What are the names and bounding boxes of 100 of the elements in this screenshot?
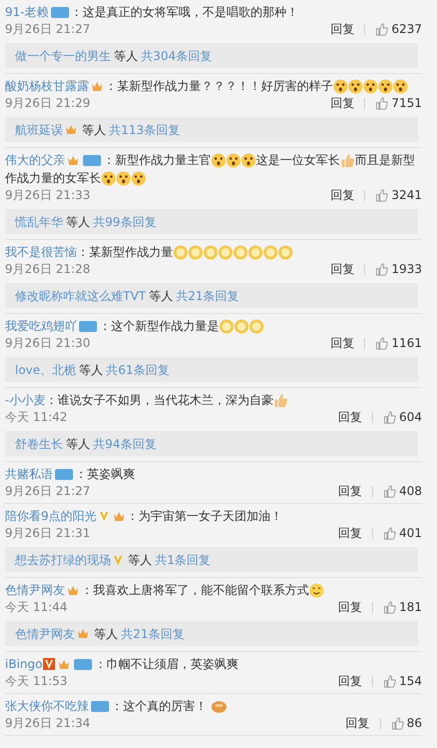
reply-count-link[interactable]: 共61条回复 [106,360,170,378]
shocked-face-icon [226,152,241,168]
reply-count-link[interactable]: 共99条回复 [93,212,156,230]
reply-summary-bar[interactable]: 修改昵称咋就这么难TVT 等人 共21条回复 [5,283,418,308]
replier-name-link[interactable]: love、北栀 [15,360,76,378]
replier-name-link[interactable]: 想去苏打绿的现场 [15,550,111,568]
shocked-face-icon [333,78,348,94]
ring-face-icon [203,244,218,260]
user-name-link[interactable]: iBingo [5,655,42,673]
comment-time: 今天 11:44 [5,599,68,616]
others-label: 等人 [128,552,152,568]
user-name-link[interactable]: 我不是很苦恼 [5,243,77,261]
crown-icon [112,510,125,522]
fan-badge-icon [83,154,101,166]
reply-link[interactable]: 回复 [330,335,354,352]
reply-summary-bar[interactable]: 色情尹网友 等人 共21条回复 [5,621,418,646]
shocked-face-icon [211,152,226,168]
comment-text: ：这个新型作战力量是 [99,318,219,335]
shocked-face-icon [348,78,363,94]
replier-name-link[interactable]: 慌乱年华 [15,212,63,230]
crown-icon [91,80,103,92]
thumbs-up-icon[interactable] [375,337,388,350]
shocked-face-icon [101,170,116,186]
thumbs-up-icon[interactable] [375,23,388,36]
thumbs-up-icon[interactable] [383,527,396,540]
user-name-link[interactable]: -小小麦 [5,391,46,409]
like-count: 1933 [391,261,422,278]
ring-face-icon [233,244,248,260]
thumbs-up-icon[interactable] [375,189,388,202]
thumbs-up-icon[interactable] [390,717,404,730]
reply-count-link[interactable]: 共94条回复 [93,434,156,452]
thumbs-up-icon[interactable] [383,675,396,688]
reply-summary-bar[interactable]: 慌乱年华 等人 共99条回复 [5,209,418,234]
reply-link[interactable]: 回复 [330,95,354,112]
shocked-face-icon [131,170,146,186]
reply-link[interactable]: 回复 [338,599,362,616]
replier-name-link[interactable]: 航班延误 [15,120,63,138]
user-name-link[interactable]: 色情尹网友 [5,581,65,599]
comment-time: 9月26日 21:28 [5,261,90,278]
reply-link[interactable]: 回复 [338,525,362,542]
reply-link[interactable]: 回复 [346,715,370,732]
thumbs-up-icon[interactable] [383,411,396,424]
ring-face-icon [188,244,203,260]
like-count: 154 [399,673,422,690]
thumbs-up-icon [340,152,355,168]
reply-count-link[interactable]: 共1条回复 [155,550,211,568]
others-label: 等人 [79,362,104,378]
comment-text: ：英姿飒爽 [75,466,135,483]
shocked-face-icon [116,170,131,186]
comment-text: 作战力量的女军长 [5,170,101,187]
ring-face-icon [173,244,188,260]
replier-name-link[interactable]: 色情尹网友 [15,624,75,642]
like-count: 401 [399,525,422,542]
user-name-link[interactable]: 共赌私语 [5,465,53,483]
comment-text: ：巾帼不让须眉，英姿飒爽 [94,656,238,673]
user-name-link[interactable]: 陪你看9点的阳光 [5,507,97,525]
user-name-link[interactable]: 91-老赖 [5,3,49,21]
reply-count-link[interactable]: 共21条回复 [121,624,184,642]
replier-name-link[interactable]: 舒卷生长 [15,434,63,452]
reply-link[interactable]: 回复 [330,21,354,38]
user-name-link[interactable]: 张大侠你不吃辣 [5,697,89,715]
thumbs-up-icon[interactable] [383,601,396,614]
comment-text: 而且是新型 [355,152,415,169]
fan-badge-icon [91,700,109,712]
user-name-link[interactable]: 我爱吃鸡翅吖 [5,317,77,335]
reply-summary-bar[interactable]: love、北栀 等人 共61条回复 [5,357,418,382]
user-name-link[interactable]: 酸奶杨枝甘露露 [5,77,89,95]
replier-name-link[interactable]: 做一个专一的男生 [15,46,111,64]
ring-face-icon [278,244,293,260]
comment-time: 9月26日 21:27 [5,21,90,38]
like-count: 7151 [391,95,422,112]
like-count: 181 [399,599,422,616]
reply-link[interactable]: 回复 [338,409,362,426]
reply-link[interactable]: 回复 [330,187,354,204]
replier-name-link[interactable]: 修改昵称咋就这么难TVT [15,286,146,304]
reply-count-link[interactable]: 共113条回复 [109,120,180,138]
ring-face-icon [248,244,263,260]
reply-link[interactable]: 回复 [338,483,362,500]
like-count: 86 [406,715,422,732]
reply-link[interactable]: 回复 [330,261,354,278]
others-label: 等人 [114,48,138,64]
thumbs-up-icon[interactable] [375,263,388,276]
reply-count-link[interactable]: 共304条回复 [141,46,212,64]
verified-v-icon [43,658,56,670]
reply-summary-bar[interactable]: 想去苏打绿的现场 等人 共1条回复 [5,547,418,572]
thumbs-up-icon[interactable] [375,97,388,110]
user-name-link[interactable]: 伟大的父亲 [5,151,65,169]
reply-summary-bar[interactable]: 舒卷生长 等人 共94条回复 [5,431,418,456]
reply-link[interactable]: 回复 [338,673,362,690]
thumbs-up-icon[interactable] [383,485,396,498]
reply-count-link[interactable]: 共21条回复 [176,286,240,304]
comment-text: ：这是真正的女将军哦，不是唱歌的那种！ [70,4,299,21]
comment-time: 9月26日 21:29 [5,95,90,112]
fan-badge-icon [79,320,97,332]
reply-summary-bar[interactable]: 做一个专一的男生 等人 共304条回复 [5,43,418,68]
shocked-face-icon [363,78,378,94]
ring-face-icon [218,244,233,260]
thumbs-up-icon [273,392,288,408]
crown-icon [77,628,89,639]
reply-summary-bar[interactable]: 航班延误 等人 共113条回复 [5,117,418,142]
